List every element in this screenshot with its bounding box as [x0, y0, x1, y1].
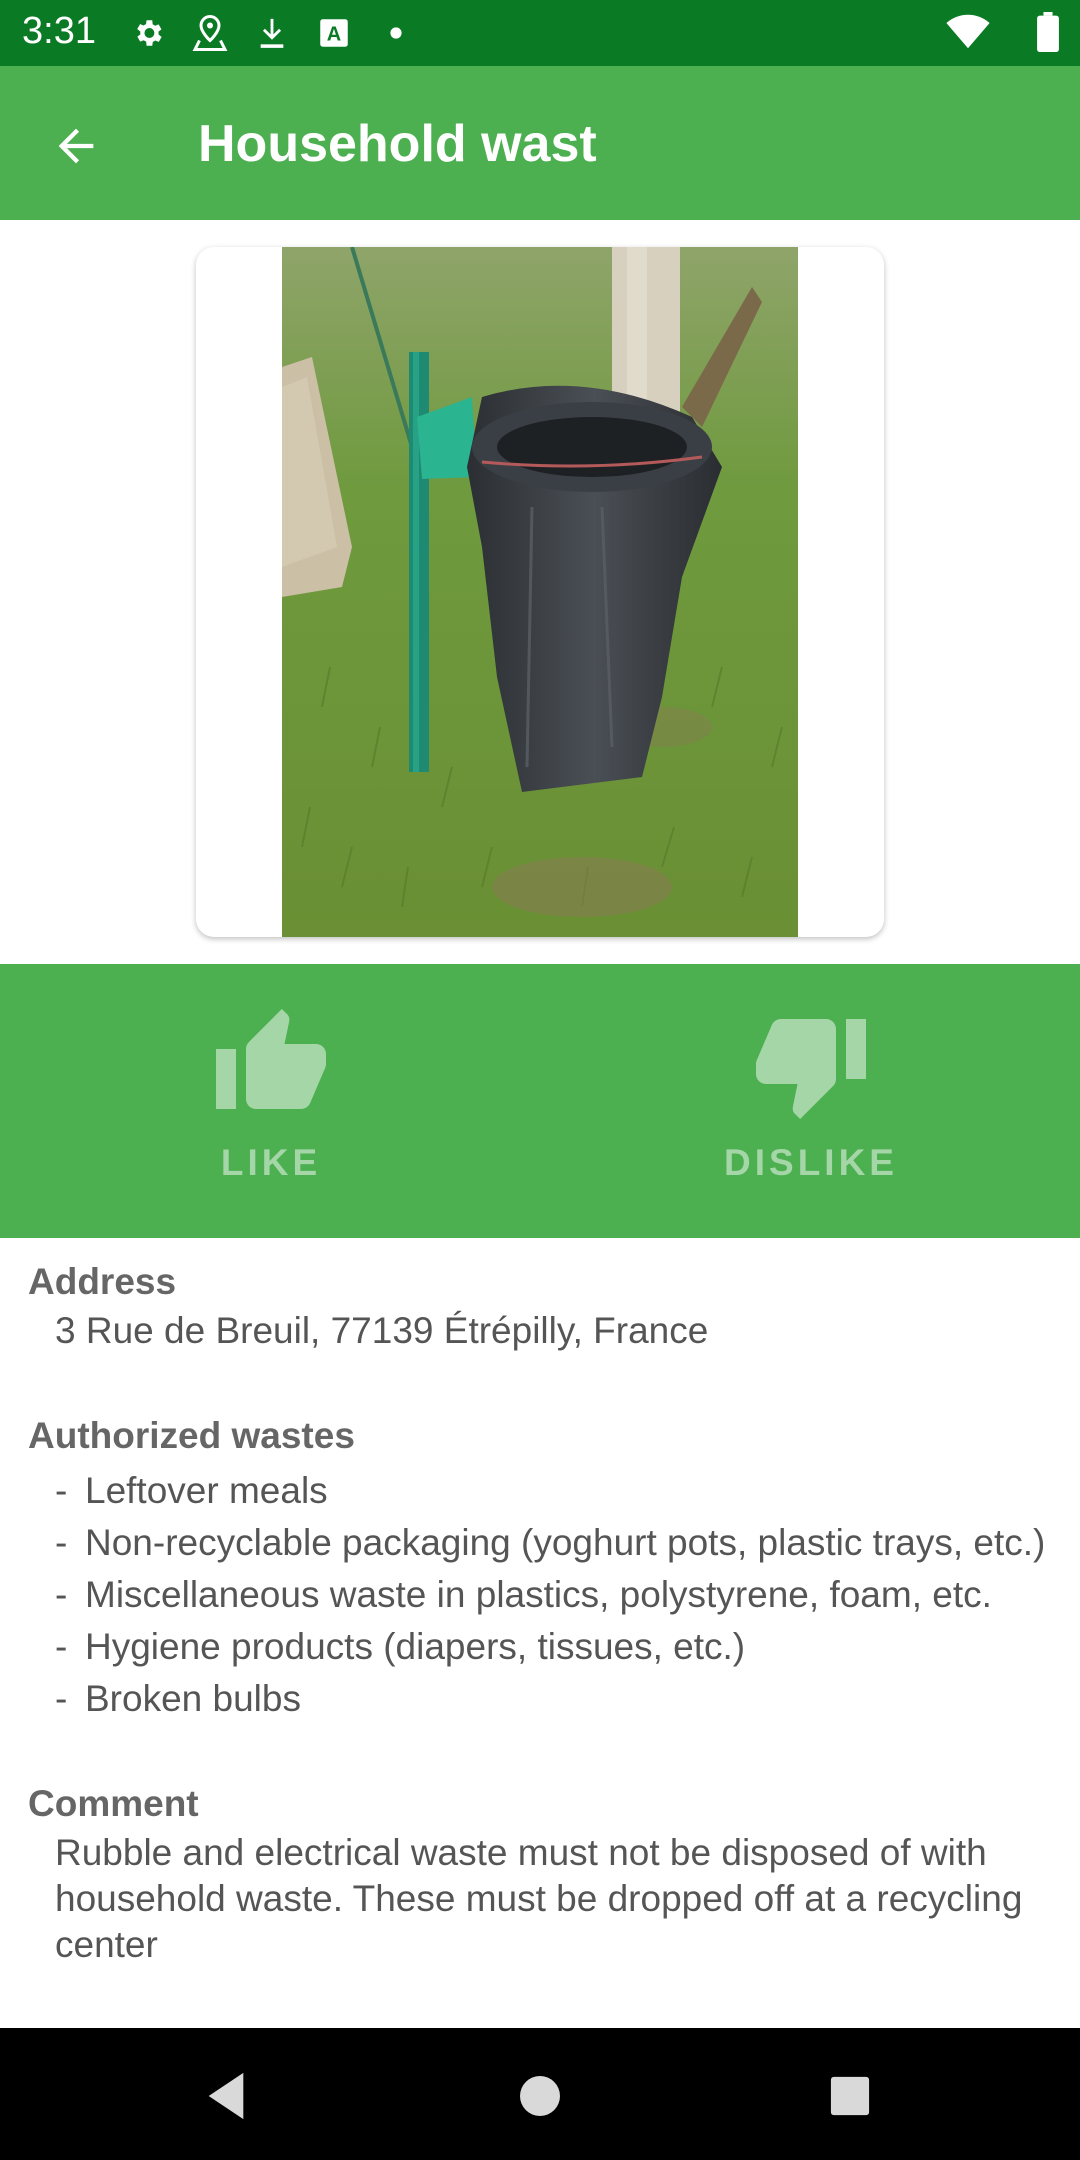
photo-card[interactable] [196, 247, 884, 937]
system-nav-bar [0, 2028, 1080, 2160]
page-title: Household wast [198, 115, 597, 173]
wastes-list: - Leftover meals - Non-recyclable packagin… [28, 1468, 1052, 1722]
app-bar: Household wast [0, 66, 1080, 220]
like-button[interactable]: LIKE [131, 1004, 411, 1204]
waste-item: - Non-recyclable packaging (yoghurt pots,… [55, 1522, 1046, 1563]
address-value: 3 Rue de Breuil, 77139 Étrépilly, France [55, 1310, 709, 1351]
nav-home-button[interactable] [512, 2068, 568, 2124]
wifi-icon [946, 14, 990, 55]
waste-item: - Miscellaneous waste in plastics, polyst… [55, 1574, 992, 1615]
location-icon [190, 13, 230, 53]
arrow-left-icon [58, 128, 94, 164]
comment-value: Rubble and electrical waste must not be … [55, 1832, 1023, 1965]
details-section: Address 3 Rue de Breuil, 77139 Étrépilly… [0, 1238, 1080, 2028]
comment-title: Comment [28, 1783, 199, 1824]
thumbs-down-icon [756, 1019, 866, 1119]
recents-square-icon [830, 2076, 870, 2116]
wastes-title: Authorized wastes [28, 1415, 355, 1456]
home-circle-icon [520, 2076, 560, 2116]
back-triangle-icon [208, 2072, 244, 2120]
nav-back-button[interactable] [198, 2068, 254, 2124]
status-right-icons [946, 12, 1060, 57]
vote-bar: LIKE DISLIKE [0, 964, 1080, 1238]
nav-recents-button[interactable] [822, 2068, 878, 2124]
download-icon [252, 13, 292, 53]
like-label: LIKE [220, 1142, 322, 1183]
svg-text:A: A [327, 24, 341, 46]
waste-item: - Broken bulbs [55, 1678, 301, 1719]
back-button[interactable] [40, 110, 112, 182]
battery-icon [1036, 12, 1060, 57]
status-bar: 3:31 A [0, 0, 1080, 66]
thumbs-up-icon [216, 1009, 326, 1109]
dislike-label: DISLIKE [724, 1142, 898, 1183]
dislike-button[interactable]: DISLIKE [671, 1004, 951, 1204]
status-time: 3:31 [22, 10, 96, 52]
bin-photo [282, 247, 798, 937]
status-left-icons: A [128, 13, 416, 53]
waste-item: - Hygiene products (diapers, tissues, etc… [55, 1626, 746, 1667]
waste-item: - Leftover meals [55, 1470, 328, 1511]
settings-icon [128, 13, 168, 53]
dot-icon [376, 13, 416, 53]
address-title: Address [28, 1261, 177, 1302]
keyboard-a-icon: A [314, 13, 354, 53]
